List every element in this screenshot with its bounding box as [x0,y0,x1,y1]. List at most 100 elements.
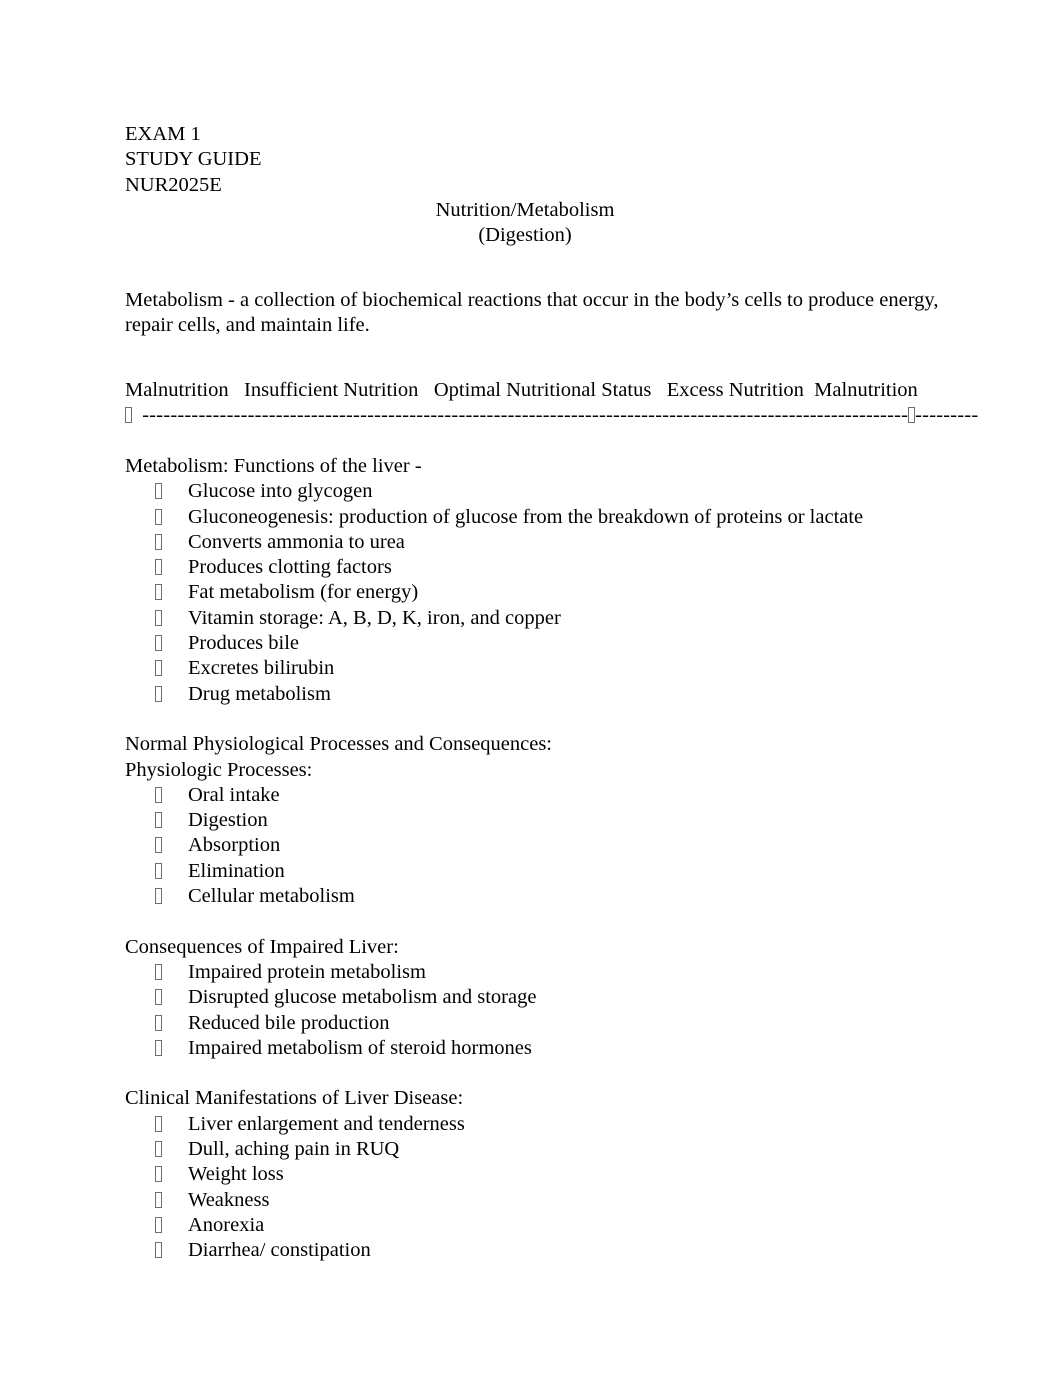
list-item-label: Oral intake [188,783,280,806]
list-item-label: Excretes bilirubin [188,657,335,680]
list-item: Excretes bilirubin [125,656,960,681]
spacer-after-title [125,249,960,274]
list-item: Digestion [125,808,960,833]
section-heading-consequences-impaired-liver: Consequences of Impaired Liver: [125,935,399,958]
spacer-after-scale [125,429,960,454]
scale-label-excess-nutrition: Excess Nutrition [666,379,804,402]
bullet-box-icon [155,1014,162,1031]
list-item: Converts ammonia to urea [125,530,960,555]
list-item-label: Reduced bile production [188,1011,390,1034]
bullet-box-icon [155,989,162,1006]
list-item-label: Produces bile [188,632,300,655]
list-item-label: Glucose into glycogen [188,480,373,503]
bullet-box-icon [155,1115,162,1132]
document-page: EXAM 1 STUDY GUIDE NUR2025E Nutrition/Me… [0,0,1062,1377]
section-heading-normal-physiological-processes: Normal Physiological Processes and Conse… [125,733,553,756]
scale-label-optimal-nutritional-status: Optimal Nutritional Status [433,379,652,402]
list-item: Produces bile [125,631,960,656]
page-title: Nutrition/Metabolism [435,198,615,221]
bullet-box-icon [155,812,162,829]
list-item-label: Gluconeogenesis: production of glucose f… [188,505,864,528]
bullet-box-icon [155,1216,162,1233]
metabolism-definition-paragraph: Metabolism - a collection of biochemical… [125,289,939,337]
list-item: Oral intake [125,783,960,808]
list-item-label: Fat metabolism (for energy) [188,581,419,604]
list-item-label: Digestion [188,809,268,832]
nutrition-scale-labels: Malnutrition Insufficient Nutrition Opti… [125,378,960,403]
scale-dashes-right: --------- [915,404,979,427]
list-liver-functions: Glucose into glycogen Gluconeogenesis: p… [125,479,960,707]
spacer-small-1 [125,274,960,288]
list-item-label: Elimination [188,859,285,882]
bullet-box-icon [155,584,162,601]
list-item-label: Absorption [188,834,281,857]
list-item-label: Impaired protein metabolism [188,960,426,983]
bullet-box-icon [155,837,162,854]
section-heading-clinical-manifestations: Clinical Manifestations of Liver Disease… [125,1087,464,1110]
scale-label-insufficient-nutrition: Insufficient Nutrition [244,379,419,402]
list-item: Diarrhea/ constipation [125,1238,960,1263]
list-item: Dull, aching pain in RUQ [125,1137,960,1162]
list-item-label: Dull, aching pain in RUQ [188,1137,400,1160]
list-item-label: Weight loss [188,1163,284,1186]
list-item-label: Liver enlargement and tenderness [188,1112,465,1135]
list-item-label: Disrupted glucose metabolism and storage [188,986,537,1009]
bullet-box-icon [155,1191,162,1208]
list-item: Produces clotting factors [125,555,960,580]
list-item: Fat metabolism (for energy) [125,580,960,605]
list-item: Anorexia [125,1213,960,1238]
list-item-label: Diarrhea/ constipation [188,1239,371,1262]
list-item-label: Produces clotting factors [188,556,392,579]
spacer-after-consequences [125,1061,960,1086]
list-item: Disrupted glucose metabolism and storage [125,985,960,1010]
spacer-after-physiologic-processes [125,909,960,934]
spacer-small-2 [125,364,960,378]
list-item: Impaired protein metabolism [125,960,960,985]
bullet-box-icon [155,786,162,803]
bullet-box-icon [155,1242,162,1259]
nutrition-scale-line: ----------------------------------------… [125,403,978,428]
list-item: Elimination [125,859,960,884]
bullet-box-icon [155,508,162,525]
document-body: EXAM 1 STUDY GUIDE NUR2025E Nutrition/Me… [125,122,978,1264]
scale-left-marker-icon [125,407,132,424]
list-item: Impaired metabolism of steroid hormones [125,1036,960,1061]
bullet-box-icon [155,559,162,576]
bullet-box-icon [155,1166,162,1183]
list-item: Weight loss [125,1162,960,1187]
list-item: Weakness [125,1188,960,1213]
list-item: Gluconeogenesis: production of glucose f… [125,505,960,530]
section-subheading-physiologic-processes: Physiologic Processes: [125,758,313,781]
list-item: Liver enlargement and tenderness [125,1112,960,1137]
spacer-after-liver-functions [125,707,960,732]
bullet-box-icon [155,963,162,980]
list-consequences-impaired-liver: Impaired protein metabolism Disrupted gl… [125,960,960,1061]
bullet-box-icon [155,888,162,905]
list-item: Cellular metabolism [125,884,960,909]
list-physiologic-processes: Oral intake Digestion Absorption Elimina… [125,783,960,909]
list-item-label: Anorexia [188,1213,265,1236]
bullet-box-icon [155,660,162,677]
spacer-after-definition [125,339,960,364]
section-heading-liver-functions: Metabolism: Functions of the liver - [125,454,422,477]
page-subtitle: (Digestion) [478,224,572,247]
list-item-label: Vitamin storage: A, B, D, K, iron, and c… [188,606,561,629]
list-item-label: Impaired metabolism of steroid hormones [188,1036,532,1059]
list-clinical-manifestations: Liver enlargement and tenderness Dull, a… [125,1112,960,1264]
list-item: Vitamin storage: A, B, D, K, iron, and c… [125,606,960,631]
document-header: EXAM 1 STUDY GUIDE NUR2025E [125,122,960,198]
header-line-exam: EXAM 1 [125,123,201,145]
scale-dashes-left: ----------------------------------------… [142,404,909,427]
header-line-study-guide: STUDY GUIDE [125,148,262,171]
bullet-box-icon [155,609,162,626]
bullet-box-icon [155,483,162,500]
bullet-box-icon [155,1140,162,1157]
bullet-box-icon [155,533,162,550]
list-item: Absorption [125,833,960,858]
header-line-course-code: NUR2025E [125,173,222,196]
list-item: Glucose into glycogen [125,479,960,504]
list-item-label: Converts ammonia to urea [188,530,405,553]
scale-label-malnutrition-right: Malnutrition [814,379,918,402]
list-item: Reduced bile production [125,1011,960,1036]
bullet-box-icon [155,635,162,652]
